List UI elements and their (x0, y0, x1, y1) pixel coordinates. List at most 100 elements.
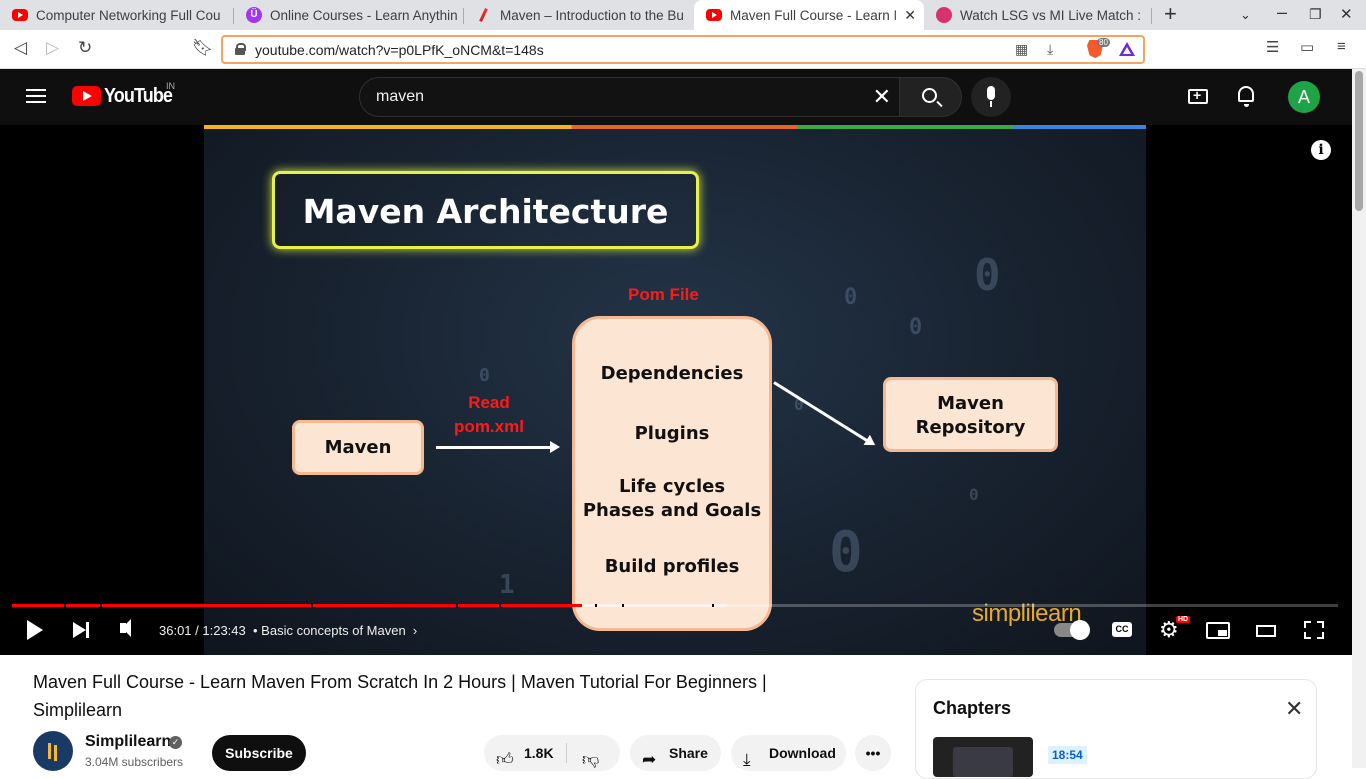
pom-file-box: Dependencies Plugins Life cycles Phases … (572, 316, 772, 631)
video-title: Maven Full Course - Learn Maven From Scr… (33, 672, 767, 720)
channel-name[interactable]: Simplilearn (85, 733, 171, 751)
chapters-panel: Chapters ✕ 18:54 (915, 679, 1317, 779)
wallet-icon[interactable]: ▭ (1300, 38, 1314, 56)
page-scrollbar[interactable] (1352, 69, 1366, 768)
browser-tab-3[interactable]: Maven – Introduction to the Bu (464, 0, 692, 30)
slide-color-bar (204, 125, 1146, 129)
feather-icon (476, 7, 492, 23)
progress-bar[interactable] (12, 604, 1338, 607)
read-arrow (436, 441, 560, 453)
tab-divider (1151, 8, 1152, 24)
subscribe-button[interactable]: Subscribe (212, 735, 306, 771)
like-thumb-icon[interactable]: 👍︎ (496, 742, 514, 778)
like-divider (566, 743, 567, 763)
pom-item-dependencies: Dependencies (600, 363, 744, 384)
bg-digit: 0 (974, 250, 1001, 301)
clear-search-icon[interactable]: ✕ (873, 84, 891, 110)
download-icon: ⤓ (743, 750, 751, 769)
browser-toolbar: ◁ ▷ ↻ 🔖︎ youtube.com/watch?v=p0LPfK_oNCM… (0, 30, 1366, 69)
bg-digit: 0 (479, 365, 490, 386)
captions-icon[interactable]: CC (1112, 622, 1132, 637)
miniplayer-icon[interactable] (1206, 622, 1230, 639)
search-input[interactable]: maven ✕ (359, 77, 900, 117)
more-dots-icon: ••• (865, 745, 881, 761)
current-chapter-button[interactable]: • Basic concepts of Maven › (253, 623, 417, 638)
hamburger-menu-icon[interactable] (26, 89, 46, 103)
close-window-icon[interactable]: ✕ (1340, 5, 1353, 23)
tab-search-chevron-icon[interactable]: ⌄ (1240, 7, 1251, 23)
chapter-title[interactable]: Basic concepts of Maven (261, 623, 406, 638)
bg-digit: 0 (969, 485, 979, 504)
maven-box: Maven (292, 420, 424, 475)
brave-rewards-icon[interactable] (1119, 42, 1135, 56)
search-query[interactable]: maven (376, 88, 424, 106)
pom-item-plugins: Plugins (634, 423, 710, 444)
jiocinema-icon (936, 7, 952, 23)
channel-avatar[interactable] (33, 731, 73, 771)
more-actions-button[interactable]: ••• (855, 735, 891, 771)
like-count[interactable]: 1.8K (524, 735, 554, 771)
notifications-bell-icon[interactable] (1238, 86, 1254, 107)
search-button[interactable] (899, 77, 962, 117)
chapter-timestamp[interactable]: 18:54 (1048, 746, 1087, 764)
pom-item-phases-goals: Phases and Goals (582, 500, 762, 521)
close-tab-icon[interactable]: ✕ (904, 7, 916, 24)
back-icon[interactable]: ◁ (14, 38, 27, 58)
download-button[interactable]: ⤓ Download (731, 735, 846, 771)
chapter-marker (64, 604, 66, 607)
browser-tab-2[interactable]: Ü Online Courses - Learn Anythin (234, 0, 462, 30)
search-icon (922, 88, 937, 103)
info-icon[interactable]: i (1311, 140, 1331, 160)
browser-tab-1[interactable]: Computer Networking Full Cou (0, 0, 232, 30)
bookmark-icon[interactable]: 🔖︎ (192, 38, 214, 58)
next-video-icon[interactable] (73, 622, 89, 638)
browser-tab-5[interactable]: Watch LSG vs MI Live Match : (924, 0, 1150, 30)
share-label: Share (669, 745, 708, 761)
pom-file-label: Pom File (628, 285, 699, 304)
youtube-wordmark[interactable]: YouTube (104, 85, 173, 108)
playlist-icon[interactable]: ☰ (1266, 38, 1279, 56)
settings-gear-icon[interactable]: ⚙ (1159, 619, 1179, 641)
video-frame[interactable]: 0 0 0 0 0 0 0 1 Maven Architecture Pom F… (204, 125, 1146, 655)
chapter-marker (456, 604, 458, 607)
url-text[interactable]: youtube.com/watch?v=p0LPfK_oNCM&t=148s (255, 42, 544, 58)
theater-mode-icon[interactable] (1256, 625, 1276, 637)
forward-icon[interactable]: ▷ (46, 38, 59, 58)
fullscreen-icon[interactable] (1304, 621, 1324, 639)
browser-tab-4-active[interactable]: Maven Full Course - Learn M ✕ (694, 0, 924, 30)
share-button[interactable]: ➦ Share (630, 735, 721, 771)
repo-arrow (773, 381, 871, 444)
volume-icon[interactable] (120, 619, 131, 637)
restore-window-icon[interactable]: ❐ (1309, 6, 1322, 23)
udemy-icon: Ü (246, 7, 262, 23)
tab-title: Online Courses - Learn Anythin (270, 7, 458, 23)
read-pom-label: Read pom.xml (444, 391, 534, 439)
download-label: Download (769, 745, 836, 761)
qr-code-icon[interactable]: ▦ (1015, 41, 1028, 58)
chapter-thumbnail[interactable] (933, 737, 1033, 777)
video-player[interactable]: 0 0 0 0 0 0 0 1 Maven Architecture Pom F… (0, 125, 1352, 655)
account-avatar[interactable]: A (1288, 81, 1320, 113)
play-icon[interactable] (27, 620, 43, 640)
shields-count-badge: 80 (1097, 38, 1110, 47)
minimize-icon[interactable]: – (1277, 2, 1287, 23)
address-bar[interactable]: youtube.com/watch?v=p0LPfK_oNCM&t=148s ▦… (221, 35, 1145, 64)
install-app-icon[interactable]: ⤓ (1047, 41, 1053, 58)
youtube-icon (706, 9, 722, 21)
reload-icon[interactable]: ↻ (78, 38, 92, 58)
youtube-logo-icon[interactable] (72, 86, 101, 106)
scrollbar-thumb[interactable] (1355, 71, 1363, 211)
lock-icon[interactable] (235, 43, 246, 55)
read-label-line-1: Read (468, 393, 510, 412)
new-tab-icon[interactable]: + (1164, 1, 1177, 27)
menu-icon[interactable]: ≡ (1337, 38, 1346, 55)
read-label-line-2: pom.xml (454, 417, 524, 436)
dislike-thumb-icon[interactable]: 👎︎ (582, 742, 599, 778)
voice-search-mic-icon[interactable] (971, 77, 1011, 117)
create-video-icon[interactable] (1188, 87, 1208, 104)
bg-digit: 0 (909, 315, 923, 340)
played-bar (12, 604, 582, 607)
chapter-marker (622, 604, 624, 607)
autoplay-toggle[interactable] (1054, 620, 1090, 640)
close-chapters-icon[interactable]: ✕ (1285, 696, 1303, 722)
